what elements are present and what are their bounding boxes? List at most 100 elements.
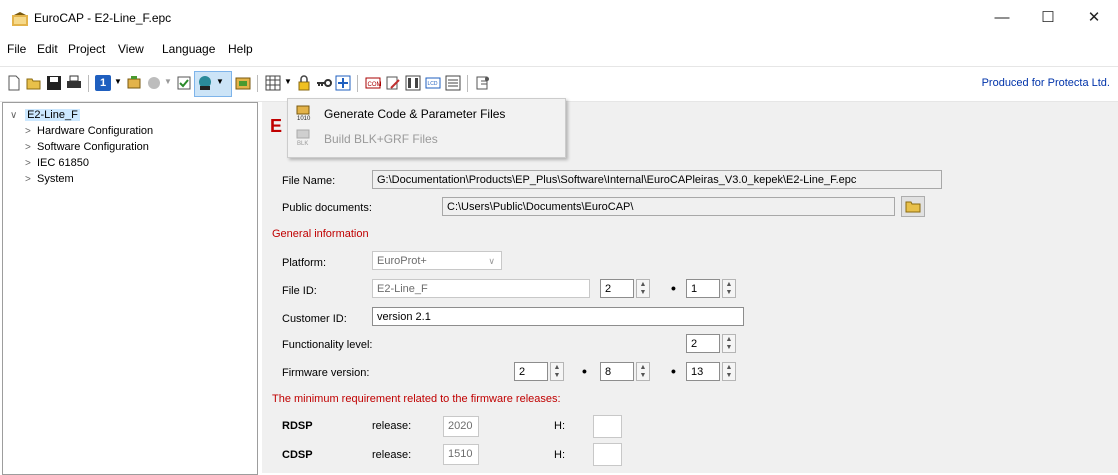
svg-text:LCD: LCD xyxy=(428,81,438,87)
hardware-icon[interactable] xyxy=(126,75,142,91)
cdsp-release-label: release: xyxy=(372,449,412,461)
customer-id-label: Customer ID: xyxy=(282,313,347,325)
platform-label: Platform: xyxy=(282,257,327,269)
firmware-build-input[interactable]: 13 xyxy=(686,362,720,381)
checklist-icon[interactable] xyxy=(176,75,192,91)
toolbar: 1 ▼ ▼ ▼ ▼ COM LCD Produced for Protecta … xyxy=(0,66,1118,102)
key-icon[interactable] xyxy=(316,75,332,91)
print-icon[interactable] xyxy=(66,75,82,91)
dropdown-arrow-icon[interactable]: ▼ xyxy=(114,77,122,86)
cdsp-label: CDSP xyxy=(282,449,313,461)
tree-item-label[interactable]: IEC 61850 xyxy=(37,157,89,169)
folder-icon xyxy=(905,201,921,213)
cdsp-h-label: H: xyxy=(554,449,565,461)
columns-icon[interactable] xyxy=(405,75,421,91)
generate-code-icon: 1010 xyxy=(296,105,311,121)
chevron-down-icon: ∨ xyxy=(488,256,495,266)
functionality-level-spinner[interactable]: ▲ ▼ xyxy=(722,334,736,353)
new-file-icon[interactable] xyxy=(6,75,22,91)
build-icon[interactable] xyxy=(235,75,251,91)
list-view-icon[interactable] xyxy=(445,75,461,91)
file-id-major-spinner[interactable]: ▲ ▼ xyxy=(636,279,650,298)
functionality-level-label: Functionality level: xyxy=(282,339,373,351)
minimum-requirement-heading: The minimum requirement related to the f… xyxy=(272,393,561,405)
project-tree: ∨ E2-Line_F > Hardware Configuration > Sof… xyxy=(2,102,258,475)
properties-icon[interactable] xyxy=(475,75,491,91)
firmware-minor-spinner[interactable]: ▲ ▼ xyxy=(636,362,650,381)
title-bar: EuroCAP - E2-Line_F.epc — ☐ ✕ xyxy=(0,0,1118,38)
file-id-minor-input[interactable]: 1 xyxy=(686,279,720,298)
svg-text:COM: COM xyxy=(368,82,382,88)
open-folder-icon[interactable] xyxy=(26,75,42,91)
toolbar-separator xyxy=(257,75,258,92)
general-information-heading: General information xyxy=(272,228,369,240)
file-id-field: E2-Line_F xyxy=(372,279,590,298)
tree-item-label[interactable]: Hardware Configuration xyxy=(37,125,153,137)
file-id-major-input[interactable]: 2 xyxy=(600,279,634,298)
rdsp-release-label: release: xyxy=(372,420,412,432)
matrix-icon[interactable] xyxy=(265,75,281,91)
lock-icon[interactable] xyxy=(296,75,312,91)
browse-folder-button[interactable] xyxy=(901,196,925,217)
lcd-display-icon[interactable]: LCD xyxy=(425,75,441,91)
minimize-button[interactable]: — xyxy=(979,0,1025,34)
network-icon[interactable] xyxy=(335,75,351,91)
file-id-minor-spinner[interactable]: ▲ ▼ xyxy=(722,279,736,298)
chevron-right-icon[interactable]: > xyxy=(25,174,37,185)
tree-root-label[interactable]: E2-Line_F xyxy=(25,109,80,121)
tree-item-label[interactable]: System xyxy=(37,173,74,185)
firmware-major-spinner[interactable]: ▲ ▼ xyxy=(550,362,564,381)
file-name-label: File Name: xyxy=(282,175,336,187)
firmware-major-input[interactable]: 2 xyxy=(514,362,548,381)
rdsp-label: RDSP xyxy=(282,420,313,432)
svg-text:BLK: BLK xyxy=(297,141,308,147)
save-icon[interactable] xyxy=(46,75,62,91)
tree-item-label[interactable]: Software Configuration xyxy=(37,141,149,153)
chevron-right-icon[interactable]: > xyxy=(25,142,37,153)
dropdown-arrow-icon[interactable]: ▼ xyxy=(284,77,292,86)
menu-edit[interactable]: Edit xyxy=(37,42,58,56)
com-icon[interactable]: COM xyxy=(365,75,381,91)
firmware-version-label: Firmware version: xyxy=(282,367,370,379)
tree-item-hardware[interactable]: > Hardware Configuration xyxy=(25,125,153,137)
number-one-button[interactable]: 1 xyxy=(95,75,111,91)
close-button[interactable]: ✕ xyxy=(1071,0,1117,34)
file-name-field[interactable]: G:\Documentation\Products\EP_Plus\Softwa… xyxy=(372,170,942,189)
tree-item-system[interactable]: > System xyxy=(25,173,74,185)
chevron-right-icon[interactable]: > xyxy=(25,158,37,169)
dropdown-arrow-icon: ▼ xyxy=(164,77,172,86)
tree-item-iec61850[interactable]: > IEC 61850 xyxy=(25,157,89,169)
public-documents-field[interactable]: C:\Users\Public\Documents\EuroCAP\ xyxy=(442,197,895,216)
file-id-label: File ID: xyxy=(282,285,317,297)
tree-item-software[interactable]: > Software Configuration xyxy=(25,141,149,153)
build-blk-icon: BLK xyxy=(296,129,310,147)
version-separator-dot: • xyxy=(671,363,676,379)
public-documents-label: Public documents: xyxy=(282,202,372,214)
toolbar-separator xyxy=(88,75,89,92)
tree-root-item[interactable]: ∨ E2-Line_F xyxy=(10,109,80,121)
functionality-level-input[interactable]: 2 xyxy=(686,334,720,353)
menu-item-build-blk-grf: Build BLK+GRF Files xyxy=(324,132,438,146)
menu-view[interactable]: View xyxy=(118,42,144,56)
chevron-down-icon[interactable]: ∨ xyxy=(10,110,22,121)
window-title: EuroCAP - E2-Line_F.epc xyxy=(34,11,172,25)
eurocap-app-icon xyxy=(12,12,28,26)
version-separator-dot: • xyxy=(671,280,676,296)
menu-item-generate-code[interactable]: Generate Code & Parameter Files xyxy=(324,107,505,121)
menu-help[interactable]: Help xyxy=(228,42,253,56)
dropdown-arrow-icon[interactable]: ▼ xyxy=(216,77,224,86)
menu-language[interactable]: Language xyxy=(162,42,215,56)
edit-icon[interactable] xyxy=(385,75,401,91)
firmware-minor-input[interactable]: 8 xyxy=(600,362,634,381)
svg-text:1010: 1010 xyxy=(297,116,311,121)
customer-id-field[interactable]: version 2.1 xyxy=(372,307,744,326)
menu-project[interactable]: Project xyxy=(68,42,105,56)
toolbar-separator xyxy=(467,75,468,92)
generate-code-icon[interactable] xyxy=(197,75,213,91)
rdsp-h-label: H: xyxy=(554,420,565,432)
chevron-right-icon[interactable]: > xyxy=(25,126,37,137)
maximize-button[interactable]: ☐ xyxy=(1025,0,1071,34)
menu-file[interactable]: File xyxy=(7,42,26,56)
firmware-build-spinner[interactable]: ▲ ▼ xyxy=(722,362,736,381)
toolbar-separator xyxy=(357,75,358,92)
